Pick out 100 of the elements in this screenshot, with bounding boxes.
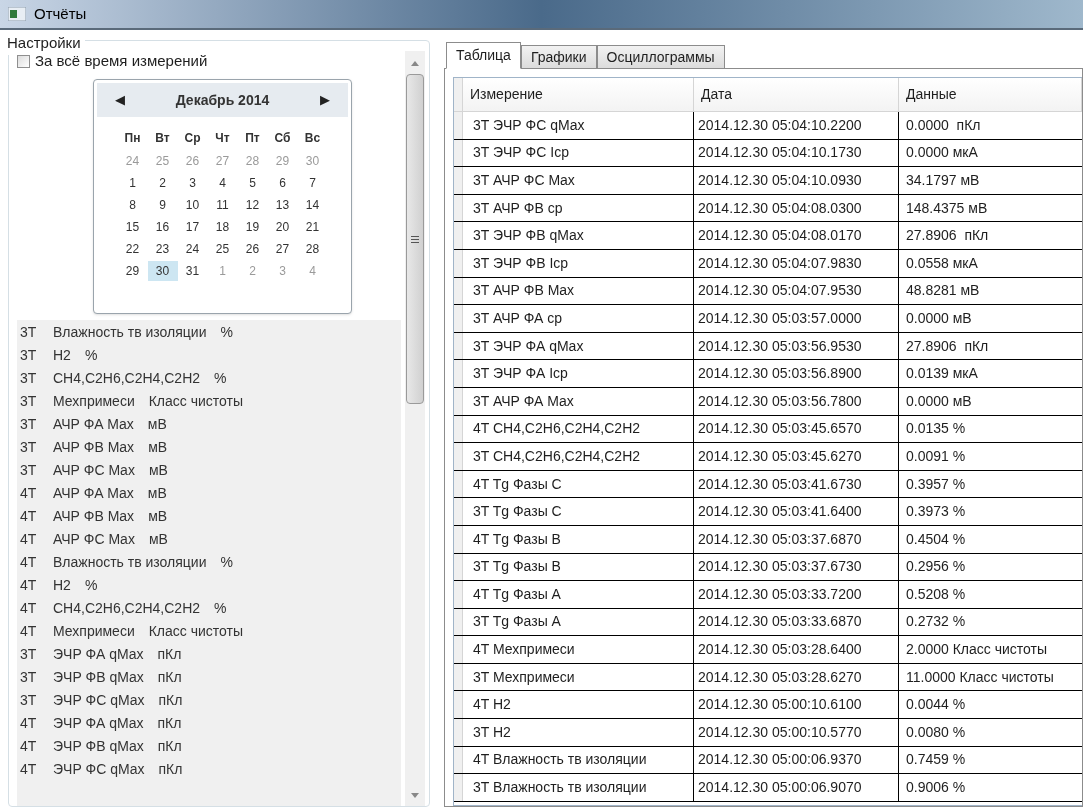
row-header[interactable] xyxy=(454,663,463,691)
parameter-name: CH4,C2H6,C2H4,C2H2 xyxy=(53,369,201,388)
parameter-item[interactable]: 4T ЭЧР ФВ qMax пКл xyxy=(17,735,401,758)
calendar-day[interactable]: 3 xyxy=(177,173,208,193)
calendar-day[interactable]: 21 xyxy=(297,217,328,237)
row-header[interactable] xyxy=(454,470,463,498)
parameter-item[interactable]: 3T Влажность тв изоляции % xyxy=(17,321,401,344)
calendar-day[interactable]: 12 xyxy=(237,195,268,215)
next-month-button[interactable]: ▶ xyxy=(320,90,330,110)
table-cell: 2014.12.30 05:00:10.5770 xyxy=(694,719,899,746)
parameter-unit: % xyxy=(214,599,227,618)
calendar-day[interactable]: 29 xyxy=(117,261,148,281)
table-cell: 2014.12.30 05:03:37.6870 xyxy=(694,525,899,553)
parameter-item[interactable]: 3T ЭЧР ФА qMax пКл xyxy=(17,643,401,666)
calendar-day[interactable]: 25 xyxy=(207,239,238,259)
row-header[interactable] xyxy=(454,525,463,553)
scrollbar-thumb[interactable] xyxy=(406,74,424,404)
calendar-day[interactable]: 4 xyxy=(207,173,238,193)
parameter-name: ЭЧР ФВ qMax xyxy=(53,737,144,756)
parameter-item[interactable]: 3T АЧР ФВ Max мВ xyxy=(17,436,401,459)
calendar-day[interactable]: 18 xyxy=(207,217,238,237)
scrollbar[interactable] xyxy=(405,51,425,806)
calendar-day[interactable]: 22 xyxy=(117,239,148,259)
row-header[interactable] xyxy=(454,553,463,581)
calendar-day[interactable]: 10 xyxy=(177,195,208,215)
parameter-item[interactable]: 3T ЭЧР ФВ qMax пКл xyxy=(17,666,401,689)
column-header[interactable]: Дата xyxy=(694,78,899,111)
parameter-item[interactable]: 4T АЧР ФС Max мВ xyxy=(17,528,401,551)
calendar-day[interactable]: 11 xyxy=(207,195,238,215)
calendar-day[interactable]: 30 xyxy=(147,261,178,281)
weekday-label: Пт xyxy=(244,130,261,147)
calendar-day[interactable]: 6 xyxy=(267,173,298,193)
previous-month-button[interactable]: ◀ xyxy=(115,90,125,110)
calendar-day[interactable]: 27 xyxy=(267,239,298,259)
column-header[interactable]: Данные xyxy=(899,78,1082,111)
calendar-day[interactable]: 1 xyxy=(117,173,148,193)
calendar-day[interactable]: 20 xyxy=(267,217,298,237)
calendar-day[interactable]: 15 xyxy=(117,217,148,237)
calendar-day[interactable]: 23 xyxy=(147,239,178,259)
column-header[interactable]: Измерение xyxy=(463,78,694,111)
calendar-day[interactable]: 31 xyxy=(177,261,208,281)
calendar-day[interactable]: 14 xyxy=(297,195,328,215)
parameter-item[interactable]: 3T АЧР ФА Max мВ xyxy=(17,413,401,436)
parameter-item[interactable]: 3T АЧР ФС Max мВ xyxy=(17,459,401,482)
row-header[interactable] xyxy=(454,332,463,360)
parameter-name: АЧР ФА Max xyxy=(53,484,134,503)
parameter-item[interactable]: 4T Мехпримеси Класс чистоты xyxy=(17,620,401,643)
parameter-item[interactable]: 3T Мехпримеси Класс чистоты xyxy=(17,390,401,413)
parameter-name: Мехпримеси xyxy=(53,392,135,411)
table-cell: 3T Мехпримеси xyxy=(463,663,694,691)
parameter-unit: мВ xyxy=(148,461,168,480)
calendar-day[interactable]: 5 xyxy=(237,173,268,193)
parameter-item[interactable]: 4T CH4,C2H6,C2H4,C2H2 % xyxy=(17,597,401,620)
calendar-day[interactable]: 13 xyxy=(267,195,298,215)
weekday-label: Пн xyxy=(123,130,142,147)
parameter-unit: % xyxy=(220,553,233,572)
tab[interactable]: Таблица xyxy=(446,42,521,69)
row-header[interactable] xyxy=(454,608,463,636)
parameter-item[interactable]: 3T CH4,C2H6,C2H4,C2H2 % xyxy=(17,367,401,390)
table-cell-text: 148.4375 мВ xyxy=(905,198,989,218)
calendar-day[interactable]: 7 xyxy=(297,173,328,193)
row-header[interactable] xyxy=(454,139,463,167)
row-header[interactable] xyxy=(454,277,463,305)
parameter-item[interactable]: 4T ЭЧР ФС qMax пКл xyxy=(17,758,401,781)
unit-number: 4T xyxy=(20,622,38,641)
scroll-up-icon[interactable] xyxy=(411,61,419,66)
calendar-day[interactable]: 2 xyxy=(147,173,178,193)
table-cell: 3T Влажность тв изоляции xyxy=(463,774,694,801)
scroll-down-icon[interactable] xyxy=(411,793,419,798)
calendar-day[interactable]: 16 xyxy=(147,217,178,237)
tab[interactable]: Графики xyxy=(520,45,597,69)
tab[interactable]: Осциллограммы xyxy=(596,45,725,69)
calendar-day[interactable]: 26 xyxy=(237,239,268,259)
parameter-unit: пКл xyxy=(158,691,183,710)
row-header[interactable] xyxy=(454,387,463,415)
calendar-day[interactable]: 28 xyxy=(297,239,328,259)
row-header[interactable] xyxy=(454,194,463,222)
calendar-day[interactable]: 17 xyxy=(177,217,208,237)
window-title: Отчёты xyxy=(34,3,87,24)
calendar-day[interactable]: 19 xyxy=(237,217,268,237)
parameter-item[interactable]: 4T ЭЧР ФА qMax пКл xyxy=(17,712,401,735)
parameter-item[interactable]: 3T H2 % xyxy=(17,344,401,367)
table-cell-text: 0.2732 % xyxy=(905,612,967,632)
row-header[interactable] xyxy=(454,691,463,719)
parameter-item[interactable]: 4T H2 % xyxy=(17,574,401,597)
row-header[interactable] xyxy=(454,415,463,443)
calendar-day[interactable]: 9 xyxy=(147,195,178,215)
table-cell-text: 0.0080 % xyxy=(905,722,967,742)
parameter-item[interactable]: 4T Влажность тв изоляции % xyxy=(17,551,401,574)
table-cell-text: 0.4504 % xyxy=(905,529,967,549)
calendar-day[interactable]: 24 xyxy=(177,239,208,259)
parameter-item[interactable]: 4T АЧР ФВ Max мВ xyxy=(17,505,401,528)
table-cell-text: 0.0091 % xyxy=(905,446,967,466)
table-cell: 2014.12.30 05:00:06.9070 xyxy=(694,774,899,801)
calendar-day[interactable]: 8 xyxy=(117,195,148,215)
parameter-item[interactable]: 3T ЭЧР ФС qMax пКл xyxy=(17,689,401,712)
row-header[interactable] xyxy=(454,746,463,774)
row-header[interactable] xyxy=(454,249,463,277)
calendar-month: Декабрь 2014 xyxy=(175,90,270,110)
parameter-item[interactable]: 4T АЧР ФА Max мВ xyxy=(17,482,401,505)
